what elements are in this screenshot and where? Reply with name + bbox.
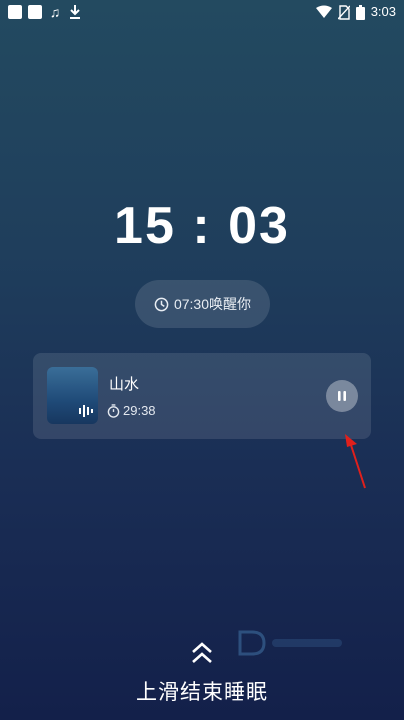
pause-icon [338, 391, 346, 401]
notification-square-icon [8, 5, 22, 19]
timer-icon [107, 403, 120, 418]
sound-player-card[interactable]: 山水 29:38 [33, 353, 371, 439]
battery-icon [355, 4, 365, 20]
audio-wave-icon [79, 405, 93, 417]
pause-button[interactable] [326, 380, 358, 412]
swipe-up-to-end-sleep[interactable]: 上滑结束睡眠 [0, 676, 404, 706]
status-bar: ♫ 3:03 [0, 0, 404, 26]
watermark-logo [238, 630, 342, 656]
no-sim-icon [337, 4, 350, 20]
status-time: 3:03 [370, 4, 396, 19]
annotation-arrow [345, 434, 366, 489]
download-icon [70, 5, 80, 19]
clock-icon [154, 297, 169, 311]
notification-square-icon [28, 5, 42, 19]
remaining-time: 29:38 [123, 403, 156, 418]
track-title: 山水 [109, 376, 140, 393]
double-chevron-up-icon [192, 642, 212, 663]
timer-row: 29:38 [107, 403, 156, 418]
alarm-pill[interactable]: 07:30唤醒你 [135, 280, 270, 328]
music-note-icon: ♫ [49, 4, 61, 20]
track-cover [47, 367, 98, 424]
wifi-icon [315, 5, 332, 18]
alarm-label: 07:30唤醒你 [173, 296, 252, 312]
current-time: 15 : 03 [114, 197, 290, 255]
